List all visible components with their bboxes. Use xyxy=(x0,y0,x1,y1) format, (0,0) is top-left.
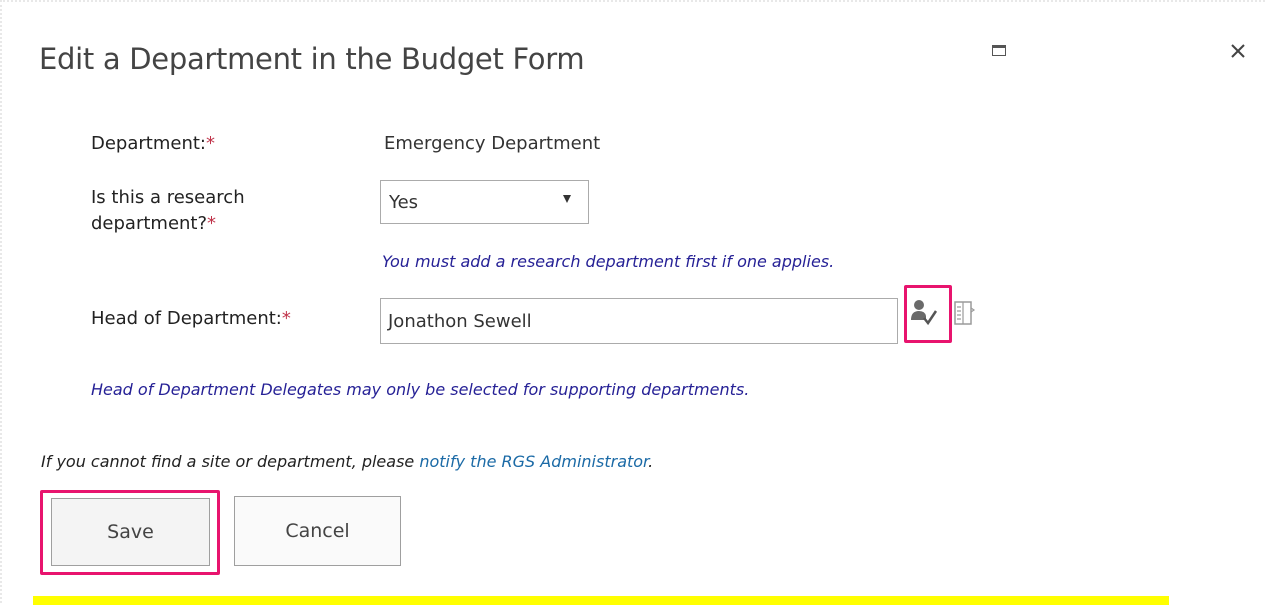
required-marker: * xyxy=(281,308,291,329)
browse-address-book-button[interactable] xyxy=(953,300,977,328)
research-label-line2: department? xyxy=(91,213,208,234)
department-label: Department:* xyxy=(91,131,215,157)
close-button[interactable] xyxy=(1225,38,1251,64)
yellow-highlight-bar xyxy=(33,596,1169,605)
footer-note-period: . xyxy=(648,452,654,471)
required-marker: * xyxy=(206,133,215,154)
notify-administrator-link[interactable]: notify the RGS Administrator xyxy=(419,452,648,471)
required-marker: * xyxy=(207,213,217,234)
footer-note: If you cannot find a site or department,… xyxy=(41,452,653,471)
head-of-department-value: Jonathon Sewell xyxy=(388,311,532,332)
research-hint: You must add a research department first… xyxy=(382,252,835,271)
head-of-department-label: Head of Department:* xyxy=(91,306,291,332)
head-label-text: Head of Department: xyxy=(91,308,282,329)
save-button[interactable]: Save xyxy=(51,498,210,566)
research-label-line1: Is this a research xyxy=(91,187,245,208)
maximize-button[interactable] xyxy=(987,38,1013,64)
research-department-select[interactable]: Yes xyxy=(380,180,589,224)
research-select-value: Yes xyxy=(389,192,419,213)
dialog-title: Edit a Department in the Budget Form xyxy=(39,42,585,76)
footer-note-text: If you cannot find a site or department,… xyxy=(41,452,420,471)
close-icon xyxy=(1231,44,1245,58)
head-of-department-input[interactable]: Jonathon Sewell xyxy=(380,298,898,344)
department-value: Emergency Department xyxy=(384,133,601,154)
department-label-text: Department: xyxy=(91,133,206,154)
maximize-icon xyxy=(992,45,1006,56)
cancel-button[interactable]: Cancel xyxy=(234,496,401,566)
delegates-hint: Head of Department Delegates may only be… xyxy=(91,380,750,399)
check-names-icon xyxy=(911,300,938,326)
research-label: Is this a research department?* xyxy=(91,185,245,237)
address-book-icon xyxy=(954,301,976,325)
dropdown-arrow-icon xyxy=(563,195,571,203)
check-names-button[interactable] xyxy=(909,296,941,334)
edit-department-dialog: Edit a Department in the Budget Form Dep… xyxy=(0,0,1265,605)
